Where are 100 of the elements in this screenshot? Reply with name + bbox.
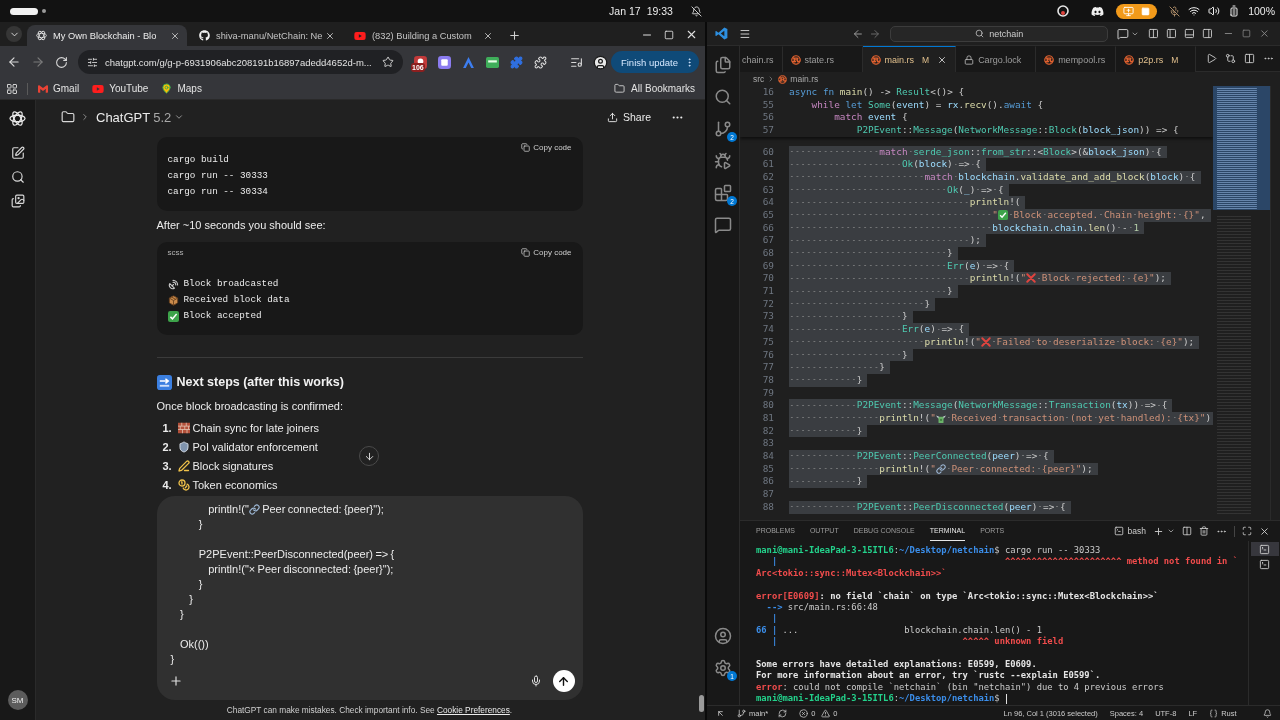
- back-icon[interactable]: [7, 55, 21, 69]
- all-bookmarks[interactable]: All Bookmarks: [614, 83, 695, 94]
- search-icon: [975, 29, 985, 38]
- send-button[interactable]: [552, 670, 575, 692]
- split-terminal-icon[interactable]: [1182, 526, 1192, 536]
- bookmark-star-icon[interactable]: [382, 56, 394, 68]
- browser-tab[interactable]: My Own Blockchain - Blo: [27, 25, 187, 46]
- finish-update-button[interactable]: Finish update: [610, 51, 699, 73]
- toggle-panel-icon[interactable]: [1183, 28, 1195, 39]
- app-logo-icon[interactable]: [715, 27, 728, 40]
- close-icon[interactable]: [170, 30, 180, 41]
- toggle-secondary-sidebar-icon[interactable]: [1201, 28, 1213, 39]
- new-chat-icon[interactable]: [10, 146, 25, 160]
- workspace-dot[interactable]: [42, 9, 46, 13]
- chat-icon[interactable]: [714, 216, 732, 234]
- line-number: 85: [761, 462, 774, 476]
- split-editor-icon[interactable]: [1244, 53, 1255, 64]
- extension-icon[interactable]: [486, 55, 499, 69]
- scrollbar-thumb[interactable]: [698, 695, 704, 712]
- explorer-icon[interactable]: [714, 56, 732, 74]
- close-icon[interactable]: [685, 28, 698, 41]
- extensions-icon[interactable]: [534, 55, 547, 69]
- toggle-sidebar-icon[interactable]: [1165, 28, 1177, 39]
- check-mark-icon: [997, 210, 1008, 220]
- terminal-profile[interactable]: bash: [1113, 526, 1146, 536]
- share-button[interactable]: Share: [606, 111, 651, 123]
- editor-tab[interactable]: state.rs: [782, 46, 863, 72]
- message-input[interactable]: println!(" Peer connected: {peer}"); } P2PEvent::PeerDisconnected(peer) => { println!("× Peer disconnected: {peer}"); } } } Ok(()) }: [156, 496, 583, 668]
- browser-tab[interactable]: (832) Building a Custom: [345, 25, 500, 46]
- close-icon[interactable]: [325, 30, 335, 41]
- sync-icon[interactable]: [778, 708, 788, 718]
- date[interactable]: Jan 17: [609, 5, 641, 17]
- browser-tab[interactable]: shiva-manu/NetChain: Ne: [190, 25, 342, 46]
- editor-tab[interactable]: chain.rs: [740, 46, 783, 72]
- search-icon[interactable]: [10, 170, 25, 184]
- close-icon[interactable]: [937, 54, 948, 65]
- maximize-panel-icon[interactable]: [1242, 526, 1252, 536]
- terminal-instance[interactable]: [1250, 542, 1279, 556]
- media-controls-icon[interactable]: [570, 55, 583, 69]
- discord-icon[interactable]: [1091, 4, 1105, 18]
- reload-icon[interactable]: [55, 55, 68, 69]
- link-icon: [935, 463, 946, 474]
- new-terminal-icon[interactable]: [1153, 525, 1164, 537]
- profile-icon[interactable]: [593, 54, 608, 70]
- list-number: 3.: [162, 459, 173, 472]
- account-icon[interactable]: [714, 627, 732, 645]
- editor-tab[interactable]: mempool.rs: [1036, 46, 1117, 72]
- copy-code-button[interactable]: Copy code: [521, 247, 572, 257]
- copy-code-button[interactable]: Copy code: [521, 142, 572, 152]
- menu-icon[interactable]: [738, 27, 751, 40]
- editor-tab[interactable]: Cargo.lock: [956, 46, 1037, 72]
- chevron-down-icon[interactable]: [1167, 527, 1175, 535]
- clock[interactable]: 19:33: [646, 5, 673, 17]
- extensions-icon[interactable]: [714, 184, 732, 202]
- settings-icon[interactable]: [714, 659, 732, 677]
- command-center-search[interactable]: netchain: [890, 25, 1109, 42]
- microphone-off-icon[interactable]: [1169, 5, 1181, 17]
- bookmark[interactable]: Gmail: [38, 83, 80, 94]
- run-icon[interactable]: [1206, 53, 1217, 64]
- new-tab-icon[interactable]: [508, 29, 521, 42]
- address-bar[interactable]: chatgpt.com/g/g-p-6931906abc208191b16897adedd4652d-m...: [78, 50, 403, 74]
- workspace-indicator[interactable]: [10, 7, 38, 15]
- close-icon[interactable]: [483, 30, 493, 41]
- layout-icon[interactable]: [1148, 28, 1159, 39]
- line-number: 61: [761, 158, 774, 171]
- volume-icon[interactable]: [1208, 5, 1221, 17]
- breadcrumb-item[interactable]: main.rs: [778, 74, 819, 84]
- site-info-icon[interactable]: [87, 56, 98, 68]
- folder-icon[interactable]: [61, 110, 75, 124]
- apps-icon[interactable]: [6, 82, 18, 95]
- code-line: cargo run -- 30334: [167, 185, 269, 199]
- user-avatar[interactable]: SM: [7, 690, 28, 710]
- bookmark[interactable]: YouTube: [92, 82, 149, 95]
- editor-tab[interactable]: main.rs M: [862, 46, 957, 72]
- forward-icon[interactable]: [31, 55, 45, 69]
- compare-icon[interactable]: [1225, 53, 1236, 64]
- microphone-icon[interactable]: [529, 675, 542, 687]
- search-icon[interactable]: [714, 88, 732, 106]
- close-icon[interactable]: [1259, 525, 1270, 537]
- screen-share-indicator[interactable]: [1116, 3, 1158, 19]
- delete-icon[interactable]: [1199, 526, 1209, 536]
- app-indicator-icon[interactable]: [1057, 5, 1070, 17]
- editor-tab[interactable]: p2p.rs M: [1116, 46, 1197, 72]
- run-debug-icon[interactable]: [714, 152, 732, 170]
- library-icon[interactable]: [10, 194, 25, 208]
- package-icon: [167, 294, 179, 306]
- logo-icon: [9, 110, 26, 127]
- bookmark[interactable]: Maps: [161, 83, 202, 94]
- chat-icon[interactable]: [1117, 27, 1130, 40]
- add-attachment-icon[interactable]: [168, 674, 183, 688]
- scroll-down-button[interactable]: [359, 446, 379, 466]
- notifications-icon[interactable]: [1263, 708, 1272, 718]
- extension-icon[interactable]: [438, 55, 451, 69]
- wifi-icon[interactable]: [1188, 5, 1201, 17]
- tab-search-button[interactable]: [6, 26, 22, 42]
- battery-icon[interactable]: [1228, 5, 1241, 17]
- model-selector[interactable]: ChatGPT 5.2: [96, 109, 185, 125]
- breadcrumb-item[interactable]: src: [753, 74, 765, 84]
- cookie-preferences-link[interactable]: Cookie Preferences: [436, 705, 510, 715]
- coins-icon: [177, 478, 190, 491]
